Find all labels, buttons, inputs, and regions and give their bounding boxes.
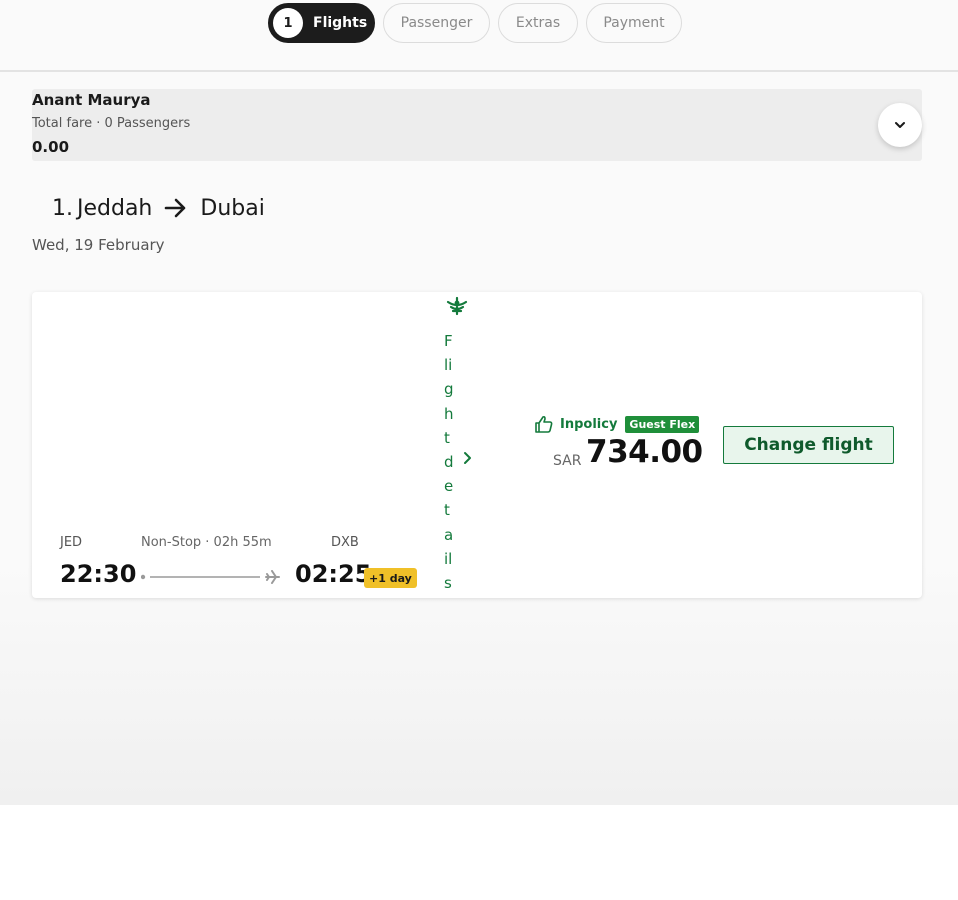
price-currency: SAR [553,453,582,469]
policy-status: Inpolicy Guest Flex [534,413,700,435]
page-background: 1 Flights Passenger Extras Payment Anant… [0,0,958,805]
departure-time: 22:30 [60,560,137,588]
step-number: 1 [273,8,303,38]
change-flight-button[interactable]: Change flight [723,426,894,464]
route-index: 1. [52,195,73,221]
arrow-right-icon [164,197,188,219]
step-label: Passenger [400,15,473,31]
thumbs-up-icon [535,415,553,433]
arrival-code: DXB [331,535,359,550]
route-heading: 1. Jeddah Dubai [52,193,265,223]
fare-summary: Anant Maurya Total fare · 0 Passengers 0… [32,89,922,161]
next-day-badge: +1 day [364,568,417,588]
destination-city: Dubai [200,195,265,221]
chevron-right-icon [464,452,471,464]
flight-duration: Non-Stop · 02h 55m [141,535,272,550]
origin-city: Jeddah [77,195,153,221]
step-label: Flights [313,15,368,31]
fare-brand-badge: Guest Flex [625,415,700,433]
policy-label: Inpolicy [560,416,618,432]
traveler-name: Anant Maurya [32,91,151,109]
flight-details-link[interactable]: Flight details [442,292,490,598]
arrival-time: 02:25 [295,560,372,588]
travel-date: Wed, 19 February [32,236,165,254]
flight-details-label: Flight details [444,332,454,593]
step-extras[interactable]: Extras [498,3,578,43]
flight-path-icon [141,570,280,584]
step-payment[interactable]: Payment [586,3,682,43]
step-label: Extras [515,15,561,31]
flight-card: JED 22:30 Non-Stop · 02h 55m DXB 02:25 +… [32,292,922,598]
expand-summary-button[interactable] [878,103,922,147]
booking-stepper: 1 Flights Passenger Extras Payment [0,0,958,72]
step-passenger[interactable]: Passenger [383,3,490,43]
total-fare-value: 0.00 [32,138,70,156]
step-flights[interactable]: 1 Flights [268,3,375,43]
departure-code: JED [60,535,83,550]
chevron-down-icon [895,122,905,128]
price-value: 734.00 [586,434,703,470]
airline-logo-icon [446,296,468,316]
total-fare-label: Total fare · 0 Passengers [32,116,191,131]
step-label: Payment [603,15,665,31]
